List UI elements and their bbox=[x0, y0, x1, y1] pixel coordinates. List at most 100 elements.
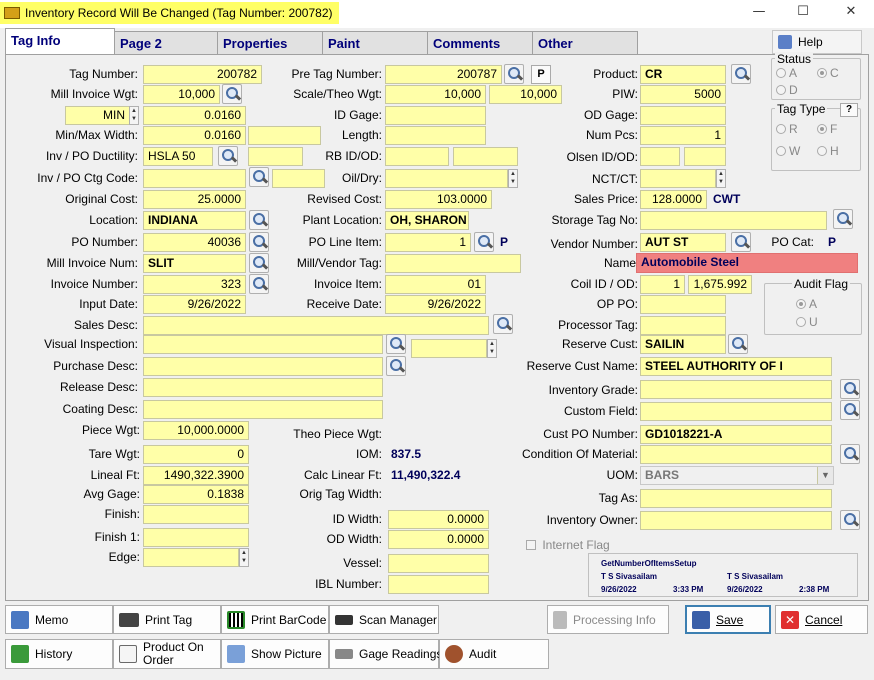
tab-paint[interactable]: Paint bbox=[322, 31, 428, 54]
coil-id-field[interactable]: 1 bbox=[640, 275, 685, 294]
min-max-value-field[interactable]: 0.0160 bbox=[143, 106, 246, 125]
tag-type-radio-f[interactable]: F bbox=[817, 122, 837, 136]
scan-manager-button[interactable]: Scan Manager bbox=[329, 605, 439, 634]
storage-tag-search-icon[interactable] bbox=[833, 209, 853, 229]
min-max-spinner[interactable]: ▲ ▼ bbox=[129, 106, 139, 125]
tag-as-field[interactable] bbox=[640, 489, 832, 508]
ductility-field[interactable]: HSLA 50 bbox=[143, 147, 213, 166]
reserve-cust-field[interactable]: SAILIN bbox=[640, 335, 726, 354]
ctg-code-field[interactable] bbox=[143, 169, 246, 188]
uom-dropdown-icon[interactable]: ▼ bbox=[817, 467, 833, 484]
product-search-icon[interactable] bbox=[731, 64, 751, 84]
audit-button[interactable]: Audit bbox=[439, 639, 549, 669]
print-barcode-button[interactable]: Print BarCode bbox=[221, 605, 329, 634]
od-width-field[interactable]: 0.0000 bbox=[388, 530, 489, 549]
tare-wgt-field[interactable]: 0 bbox=[143, 445, 249, 464]
piece-wgt-field[interactable]: 10,000.0000 bbox=[143, 421, 249, 440]
maximize-button[interactable]: ☐ bbox=[788, 4, 818, 22]
invoice-number-field[interactable]: 323 bbox=[143, 275, 246, 294]
visual-inspection-field[interactable] bbox=[143, 335, 383, 354]
tag-type-radio-r[interactable]: R bbox=[776, 122, 798, 136]
reserve-cust-name-field[interactable]: STEEL AUTHORITY OF I bbox=[640, 357, 832, 376]
olsen-id-field[interactable] bbox=[640, 147, 680, 166]
custom-field-search-icon[interactable] bbox=[840, 400, 860, 420]
rb-id-field[interactable] bbox=[385, 147, 449, 166]
history-button[interactable]: History bbox=[5, 639, 113, 669]
show-picture-button[interactable]: Show Picture bbox=[221, 639, 329, 669]
tab-tag-info[interactable]: Tag Info bbox=[5, 28, 115, 55]
visual-inspection-field-2[interactable] bbox=[411, 339, 487, 358]
id-width-field[interactable]: 0.0000 bbox=[388, 510, 489, 529]
rb-od-field[interactable] bbox=[453, 147, 518, 166]
mill-invoice-num-field[interactable]: SLIT bbox=[143, 254, 246, 273]
processor-tag-field[interactable] bbox=[640, 316, 726, 335]
nct-ct-spinner[interactable]: ▲ ▼ bbox=[716, 169, 726, 188]
mill-invoice-wgt-field[interactable]: 10,000 bbox=[143, 85, 220, 104]
visual-inspection-search-icon[interactable] bbox=[386, 334, 406, 354]
olsen-od-field[interactable] bbox=[684, 147, 726, 166]
print-tag-button[interactable]: Print Tag bbox=[113, 605, 221, 634]
tag-type-help-button[interactable]: ? bbox=[840, 103, 858, 117]
ductility-search-icon[interactable] bbox=[218, 146, 238, 166]
storage-tag-no-field[interactable] bbox=[640, 211, 827, 230]
processing-info-button[interactable]: Processing Info bbox=[547, 605, 669, 634]
piw-field[interactable]: 5000 bbox=[640, 85, 726, 104]
gage-readings-button[interactable]: Gage Readings bbox=[329, 639, 442, 669]
mill-vendor-tag-field[interactable] bbox=[385, 254, 521, 273]
inventory-owner-search-icon[interactable] bbox=[840, 510, 860, 530]
status-radio-c[interactable]: C bbox=[817, 66, 839, 80]
tag-type-radio-w[interactable]: W bbox=[776, 144, 800, 158]
invoice-item-field[interactable]: 01 bbox=[385, 275, 486, 294]
vendor-number-search-icon[interactable] bbox=[731, 232, 751, 252]
status-radio-d[interactable]: D bbox=[776, 83, 798, 97]
nct-ct-field[interactable] bbox=[640, 169, 716, 188]
close-button[interactable]: ✕ bbox=[836, 4, 866, 22]
release-desc-field[interactable] bbox=[143, 378, 383, 397]
audit-flag-radio-a[interactable]: A bbox=[796, 297, 817, 311]
purchase-desc-search-icon[interactable] bbox=[386, 356, 406, 376]
visual-inspection-spinner[interactable]: ▲ ▼ bbox=[487, 339, 497, 358]
lineal-ft-field[interactable]: 1490,322.3900 bbox=[143, 466, 249, 485]
vendor-number-field[interactable]: AUT ST bbox=[640, 233, 726, 252]
coil-od-field[interactable]: 1,675.992 bbox=[688, 275, 752, 294]
original-cost-field[interactable]: 25.0000 bbox=[143, 190, 246, 209]
min-max-selector[interactable]: MIN bbox=[65, 106, 130, 125]
vendor-name-field[interactable]: Automobile Steel bbox=[636, 253, 858, 273]
op-po-field[interactable] bbox=[640, 295, 726, 314]
id-gage-field[interactable] bbox=[385, 106, 486, 125]
product-on-order-button[interactable]: Product On Order bbox=[113, 639, 221, 669]
audit-flag-radio-u[interactable]: U bbox=[796, 315, 818, 329]
revised-cost-field[interactable]: 103.0000 bbox=[385, 190, 492, 209]
po-line-item-field[interactable]: 1 bbox=[385, 233, 471, 252]
plant-location-field[interactable]: OH, SHARON bbox=[385, 211, 469, 230]
po-line-item-search-icon[interactable] bbox=[474, 232, 494, 252]
vessel-field[interactable] bbox=[388, 554, 489, 573]
memo-button[interactable]: Memo bbox=[5, 605, 113, 634]
receive-date-field[interactable]: 9/26/2022 bbox=[385, 295, 486, 314]
input-date-field[interactable]: 9/26/2022 bbox=[143, 295, 246, 314]
scale-wgt-field[interactable]: 10,000 bbox=[385, 85, 486, 104]
od-gage-field[interactable] bbox=[640, 106, 726, 125]
edge-field[interactable] bbox=[143, 548, 239, 567]
po-number-field[interactable]: 40036 bbox=[143, 233, 246, 252]
product-field[interactable]: CR bbox=[640, 65, 726, 84]
save-button[interactable]: Save bbox=[685, 605, 771, 634]
oil-dry-spinner[interactable]: ▲ ▼ bbox=[508, 169, 518, 188]
tab-properties[interactable]: Properties bbox=[217, 31, 323, 54]
finish-1-field[interactable] bbox=[143, 528, 249, 547]
status-radio-a[interactable]: A bbox=[776, 66, 797, 80]
internet-flag-checkbox[interactable]: Internet Flag bbox=[526, 538, 610, 552]
ibl-number-field[interactable] bbox=[388, 575, 489, 594]
tab-comments[interactable]: Comments bbox=[427, 31, 533, 54]
tab-other[interactable]: Other bbox=[532, 31, 638, 54]
tab-page-2[interactable]: Page 2 bbox=[114, 31, 218, 54]
pre-tag-number-field[interactable]: 200787 bbox=[385, 65, 502, 84]
cancel-button[interactable]: ✕ Cancel bbox=[775, 605, 868, 634]
coating-desc-field[interactable] bbox=[143, 400, 383, 419]
sales-desc-field[interactable] bbox=[143, 316, 489, 335]
minimize-button[interactable]: — bbox=[744, 4, 774, 22]
tag-number-field[interactable]: 200782 bbox=[143, 65, 262, 84]
inventory-grade-search-icon[interactable] bbox=[840, 379, 860, 399]
uom-select[interactable]: BARS bbox=[640, 466, 834, 485]
condition-of-material-field[interactable] bbox=[640, 445, 832, 464]
